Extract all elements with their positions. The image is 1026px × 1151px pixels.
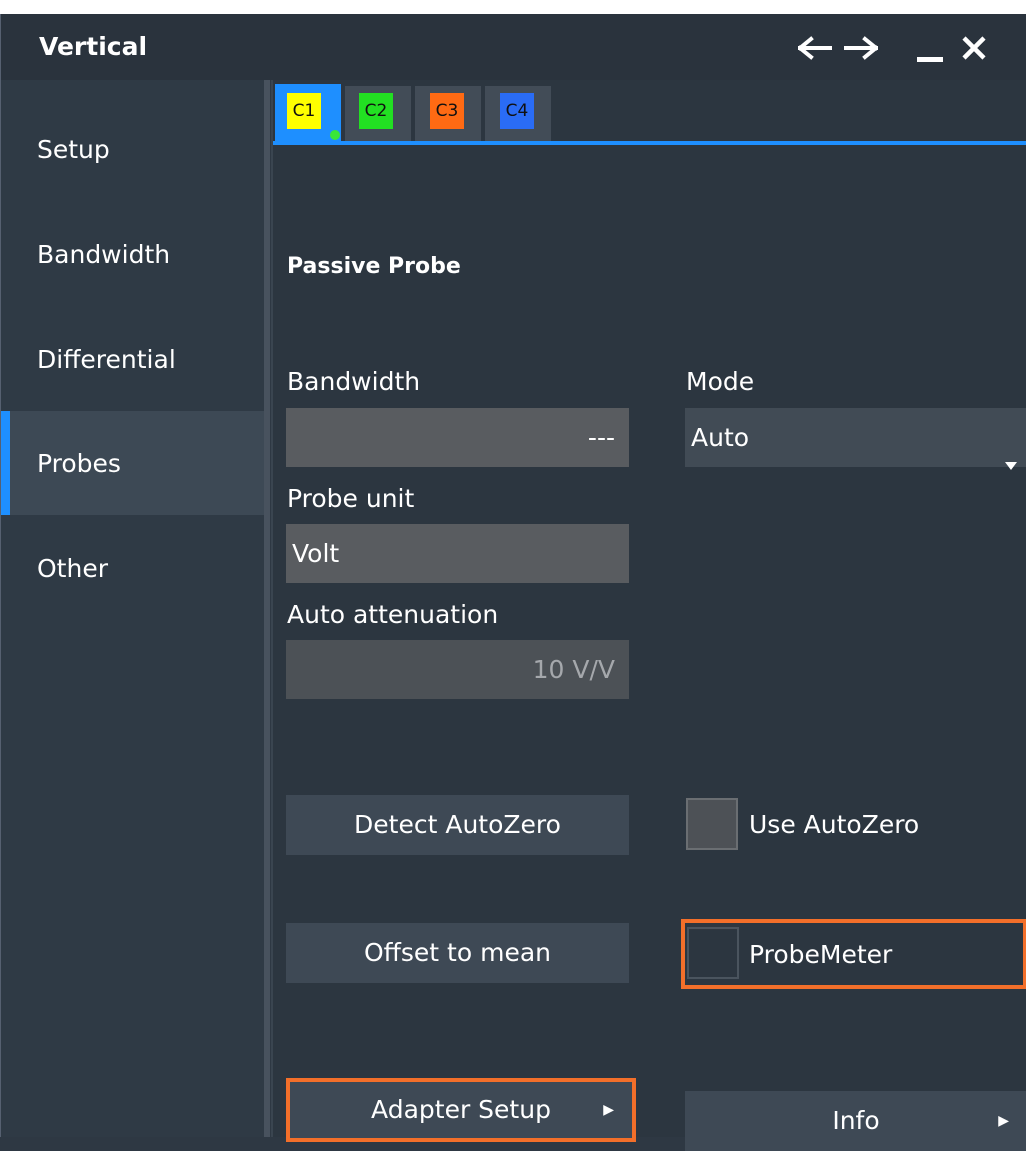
tab-c2[interactable]: C2 [359,93,393,129]
sidebar-item-bandwidth[interactable]: Bandwidth [1,202,264,306]
probes-panel: C1 C2 C3 C4 Passive Probe Bandwidth --- … [273,80,1026,1151]
info-label: Info [832,1106,880,1135]
chevron-down-icon [1005,433,1017,492]
sidebar-item-setup[interactable]: Setup [1,97,264,201]
probemeter-label: ProbeMeter [749,940,893,969]
auto-attenuation-field: 10 V/V [286,640,629,699]
sidebar-item-label: Probes [37,448,121,478]
top-margin [0,0,1026,14]
auto-attenuation-label: Auto attenuation [287,600,499,629]
window-title: Vertical [39,32,148,61]
use-autozero-checkbox[interactable] [686,798,738,850]
sidebar-item-label: Setup [37,134,110,164]
tab-underline [273,141,1026,145]
minimize-icon[interactable] [912,30,948,66]
mode-label: Mode [686,367,755,396]
tab-c3[interactable]: C3 [430,93,464,129]
sidebar-item-other[interactable]: Other [1,516,264,620]
use-autozero-label: Use AutoZero [749,810,920,839]
detect-autozero-button[interactable]: Detect AutoZero [286,795,629,855]
sidebar-item-label: Other [37,553,108,583]
sidebar-item-label: Bandwidth [37,239,171,269]
mode-select[interactable]: Auto [685,408,1026,470]
sidebar-item-label: Differential [37,344,176,374]
title-bar: Vertical [1,14,1026,80]
bandwidth-label: Bandwidth [287,367,421,396]
channel-active-indicator [330,130,340,140]
mode-value: Auto [691,423,750,452]
sidebar: Setup Bandwidth Differential Probes Othe… [1,80,264,1137]
submenu-arrow-icon: ▶ [998,1113,1009,1129]
splitter[interactable] [264,80,270,1137]
sidebar-item-probes[interactable]: Probes [1,411,264,515]
section-title: Passive Probe [287,254,461,279]
vertical-dialog: Vertical Setup Bandwidth Differential Pr… [0,14,1026,1151]
arrow-left-icon[interactable] [797,30,833,66]
probemeter-checkbox[interactable] [687,927,739,979]
channel-tabs: C1 C2 C3 C4 [273,80,1026,145]
tab-c1[interactable]: C1 [287,93,321,129]
arrow-right-icon[interactable] [843,30,879,66]
probe-unit-label: Probe unit [287,484,415,513]
adapter-setup-button[interactable]: Adapter Setup ▶ [286,1078,636,1142]
offset-to-mean-button[interactable]: Offset to mean [286,923,629,983]
close-icon[interactable] [956,30,992,66]
sidebar-item-differential[interactable]: Differential [1,307,264,411]
info-button[interactable]: Info ▶ [685,1091,1026,1151]
probe-unit-field: Volt [286,524,629,583]
submenu-arrow-icon: ▶ [603,1102,614,1118]
bandwidth-field: --- [286,408,629,467]
adapter-setup-label: Adapter Setup [371,1095,551,1124]
tab-c4[interactable]: C4 [500,93,534,129]
